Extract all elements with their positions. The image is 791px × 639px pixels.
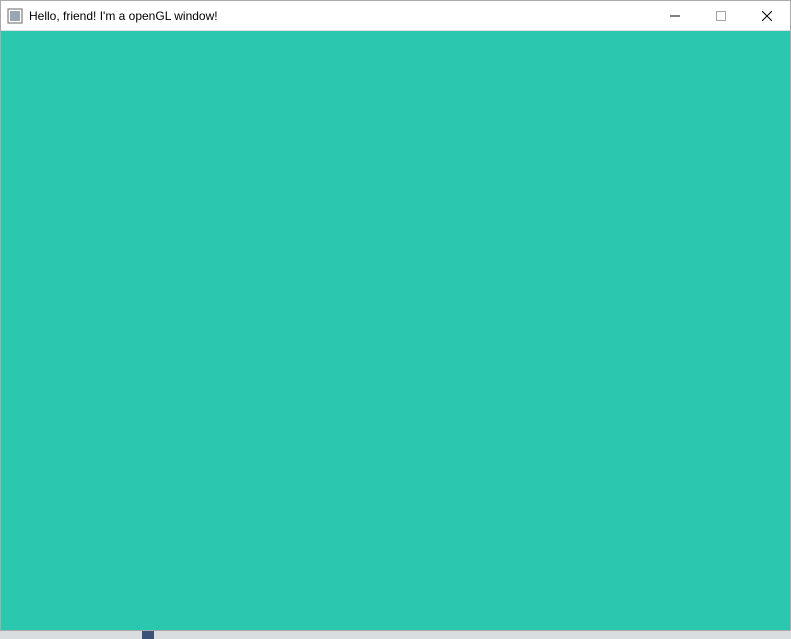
maximize-icon — [716, 11, 726, 21]
maximize-button[interactable] — [698, 1, 744, 31]
titlebar[interactable]: Hello, friend! I'm a openGL window! — [1, 1, 790, 31]
opengl-client-area[interactable] — [1, 31, 790, 630]
taskbar-edge — [0, 631, 791, 639]
close-button[interactable] — [744, 1, 790, 31]
app-window: Hello, friend! I'm a openGL window! — [0, 0, 791, 631]
close-icon — [762, 11, 772, 21]
window-title: Hello, friend! I'm a openGL window! — [29, 1, 652, 31]
app-icon — [7, 8, 23, 24]
window-controls — [652, 1, 790, 30]
minimize-button[interactable] — [652, 1, 698, 31]
minimize-icon — [670, 11, 680, 21]
gl-clear-surface — [1, 31, 790, 630]
taskbar-active-indicator — [142, 631, 154, 639]
